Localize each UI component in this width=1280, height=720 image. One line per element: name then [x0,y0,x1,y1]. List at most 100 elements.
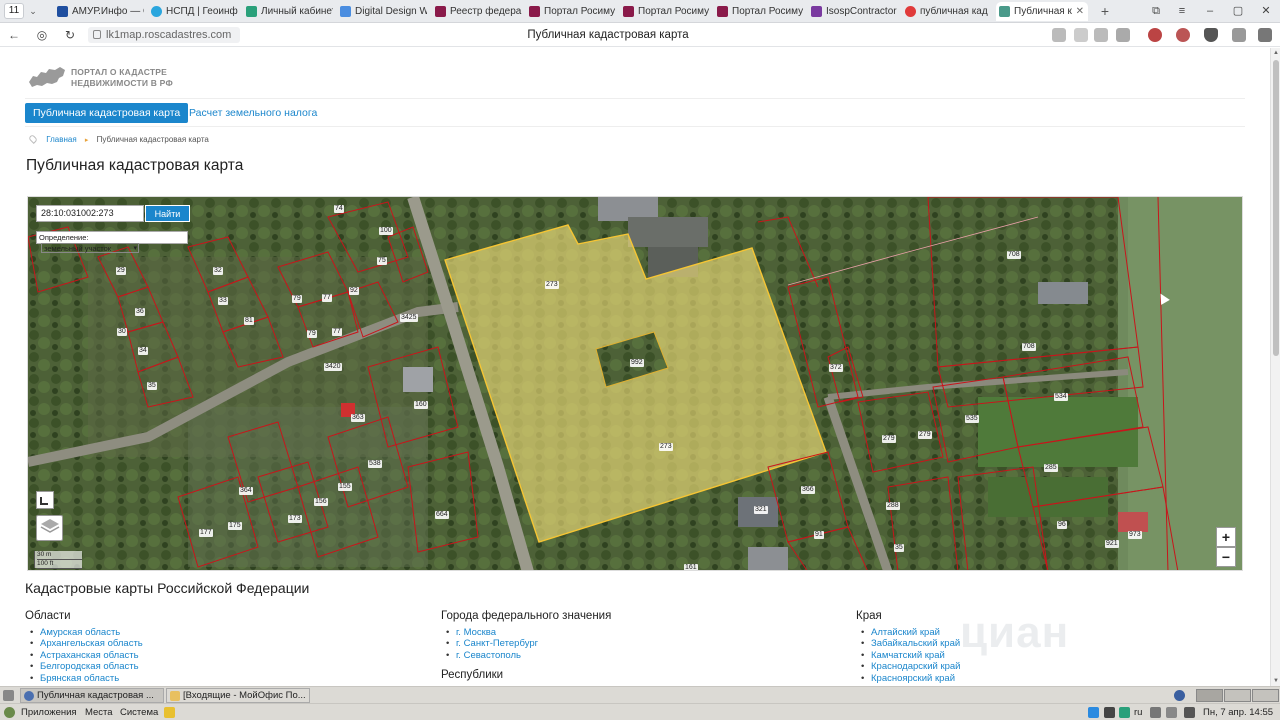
parcel-number-label[interactable]: 285 [1044,464,1058,472]
url-field[interactable]: lk1map.roscadastres.com [88,27,240,43]
parcel-number-label[interactable]: 3420 [324,363,342,371]
parcel-number-label[interactable]: 173 [288,515,302,523]
scroll-down-icon[interactable]: ▼ [1271,676,1280,686]
parcel-number-label[interactable]: 279 [882,435,896,443]
krai-link[interactable]: Забайкальский край [856,638,960,650]
parcel-number-label[interactable]: 535 [965,415,979,423]
workspace-switcher[interactable] [1224,689,1251,702]
scroll-up-icon[interactable]: ▲ [1271,48,1280,58]
browser-tab[interactable]: Портал Росиму [714,2,804,21]
shield-icon[interactable]: ◎ [34,27,50,43]
tab-count-badge[interactable]: 11 [4,3,24,19]
new-tab-icon[interactable]: + [1096,2,1114,20]
parcel-number-label[interactable]: 100 [379,227,393,235]
browser-tab[interactable]: IsospContractor [808,2,898,21]
maximize-icon[interactable]: ▢ [1228,3,1248,19]
tab-list-dropdown-icon[interactable]: ⌄ [26,3,40,19]
city-link[interactable]: г. Севастополь [441,650,611,662]
parcel-number-label[interactable]: 96 [1057,521,1067,529]
translate-icon[interactable] [1094,28,1108,42]
messenger-tray-icon[interactable] [1088,707,1099,718]
close-tab-icon[interactable]: ✕ [1076,2,1084,21]
region-link[interactable]: Астраханская область [25,650,143,662]
krai-link[interactable]: Камчатский край [856,650,960,662]
scrollbar-thumb[interactable] [1273,60,1279,356]
close-window-icon[interactable]: ✕ [1256,3,1276,19]
menu-system[interactable]: Система [120,706,158,719]
nav-public-map[interactable]: Публичная кадастровая карта [25,103,189,123]
download-icon[interactable] [1258,28,1272,42]
back-icon[interactable]: ← [6,27,22,43]
fullscreen-button[interactable] [36,491,54,509]
workspace-switcher[interactable] [1252,689,1279,702]
krai-link[interactable]: Алтайский край [856,627,960,639]
parcel-number-label[interactable]: 79 [307,330,317,338]
profile-icon[interactable] [1148,28,1162,42]
parcel-number-label[interactable]: 175 [228,522,242,530]
parcel-number-label[interactable]: 273 [545,281,559,289]
parcel-number-label[interactable]: 77 [332,328,342,336]
bookmarks-icon[interactable]: ⧉ [1146,3,1166,19]
browser-tab[interactable]: Реестр федера [432,2,522,21]
browser-tab[interactable]: НСПД | Геоинф [148,2,238,21]
page-scrollbar[interactable]: ▲ ▼ [1270,48,1280,686]
parcel-number-label[interactable]: 321 [754,506,768,514]
krai-link[interactable]: Красноярский край [856,673,960,685]
parcel-number-label[interactable]: 35 [894,544,904,552]
taskbar-window[interactable]: [Входящие - МойОфис По... [166,688,310,703]
parcel-number-label[interactable]: 155 [338,483,352,491]
parcel-number-label[interactable]: 92 [349,287,359,295]
parcel-number-label[interactable]: 32 [213,267,223,275]
parcel-number-label[interactable]: 538 [368,460,382,468]
browser-tab[interactable]: Портал Росиму [526,2,616,21]
site-logo[interactable]: ПОРТАЛ О КАДАСТРЕ НЕДВИЖИМОСТИ В РФ [27,64,197,92]
nav-land-tax[interactable]: Расчет земельного налога [189,103,317,123]
parcel-number-label[interactable]: 708 [1007,251,1021,259]
menu-icon[interactable]: ≡ [1172,3,1192,19]
krai-link[interactable]: Краснодарский край [856,661,960,673]
browser-tab[interactable]: Личный кабинет [243,2,333,21]
parcel-number-label[interactable]: 75 [377,257,387,265]
parcel-number-label[interactable]: 29 [116,267,126,275]
browser-tab[interactable]: АМУР.Инфо — С [54,2,144,21]
parcel-number-label[interactable]: 30 [117,328,127,336]
extension-icon[interactable] [1052,28,1066,42]
bookmark-icon[interactable] [1116,28,1130,42]
extensions-icon[interactable] [1232,28,1246,42]
browser-tab-active[interactable]: Публичная к ✕ [996,2,1088,21]
parcel-number-label[interactable]: 279 [918,431,932,439]
region-link[interactable]: Белгородская область [25,661,143,673]
parcel-number-label[interactable]: 81 [244,317,254,325]
parcel-number-label[interactable]: 33 [218,297,228,305]
show-desktop-icon[interactable] [3,690,14,701]
parcel-number-label[interactable]: 273 [659,443,673,451]
browser-tab[interactable]: Digital Design W [337,2,427,21]
parcel-number-label[interactable]: 36 [135,308,145,316]
browser-tab[interactable]: Портал Росиму [620,2,710,21]
city-link[interactable]: г. Санкт-Петербург [441,638,611,650]
region-link[interactable]: Архангельская область [25,638,143,650]
parcel-number-label[interactable]: 992 [630,359,644,367]
menu-applications[interactable]: Приложения [21,706,77,719]
city-link[interactable]: г. Москва [441,627,611,639]
clock[interactable]: Пн, 7 апр. 14:55 [1203,706,1273,719]
clipboard-icon[interactable] [1166,707,1177,718]
extension-icon[interactable] [1204,28,1218,42]
parcel-number-label[interactable]: 156 [314,498,328,506]
breadcrumb-home[interactable]: Главная [46,135,76,144]
zoom-in-button[interactable]: + [1216,527,1236,547]
workspace-switcher[interactable] [1196,689,1223,702]
cadastral-map[interactable]: 273 273 992 74 100 75 29 32 33 79 77 92 36 30 81 79 77 34… [27,196,1243,571]
parcel-number-label[interactable]: 921 [1105,540,1119,548]
cadastral-number-input[interactable]: 28:10:031002:273 [36,205,144,222]
parcel-number-label[interactable]: 74 [334,205,344,213]
parcel-number-label[interactable]: 534 [1054,393,1068,401]
parcel-number-label[interactable]: 372 [829,364,843,372]
parcel-number-label[interactable]: 664 [435,511,449,519]
parcel-number-label[interactable]: 973 [1128,531,1142,539]
parcel-number-label[interactable]: 34 [138,347,148,355]
definition-select[interactable]: земельный участок [41,243,139,253]
profile-icon[interactable] [1176,28,1190,42]
browser-tray-icon[interactable] [1174,690,1185,701]
parcel-number-label[interactable]: 3425 [400,314,418,322]
